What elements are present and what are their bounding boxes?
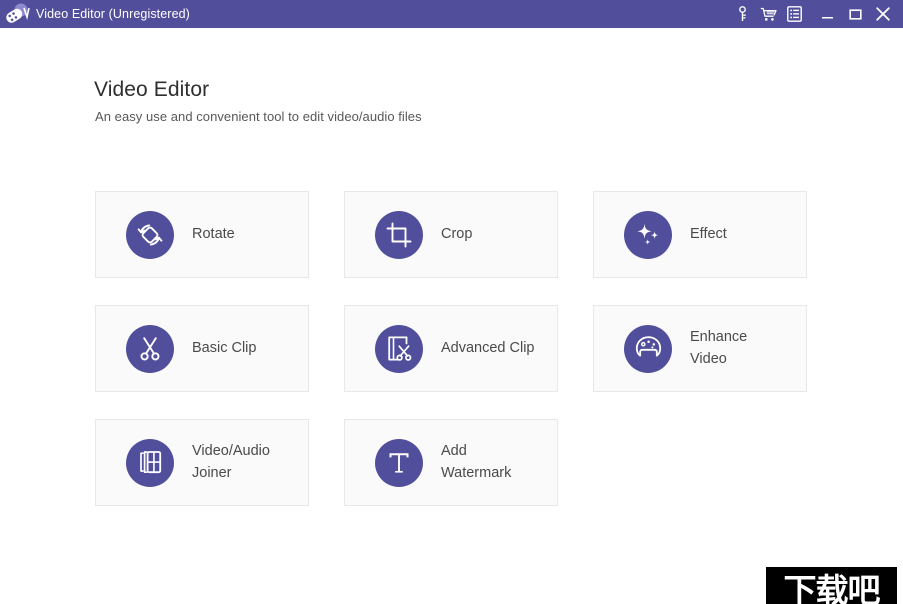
watermark-logo-text: 下载吧 <box>784 574 880 604</box>
card-label: Basic Clip <box>192 338 256 359</box>
maximize-button[interactable] <box>841 0 869 28</box>
card-enhance-video[interactable]: Enhance Video <box>593 305 807 392</box>
card-label: Add Watermark <box>441 441 511 483</box>
card-label: Enhance Video <box>690 327 747 369</box>
card-add-watermark[interactable]: Add Watermark <box>344 419 558 506</box>
feature-card-grid: Rotate Crop <box>95 191 809 533</box>
card-crop[interactable]: Crop <box>344 191 558 278</box>
card-row: Rotate Crop <box>95 191 809 278</box>
card-rotate[interactable]: Rotate <box>95 191 309 278</box>
card-label: Rotate <box>192 224 235 245</box>
key-icon[interactable] <box>729 0 755 28</box>
frame-scissors-icon <box>375 325 423 373</box>
film-reel-logo <box>2 0 30 28</box>
close-button[interactable] <box>869 0 897 28</box>
card-basic-clip[interactable]: Basic Clip <box>95 305 309 392</box>
sparkles-icon <box>624 211 672 259</box>
scissors-icon <box>126 325 174 373</box>
card-effect[interactable]: Effect <box>593 191 807 278</box>
card-video-audio-joiner[interactable]: Video/Audio Joiner <box>95 419 309 506</box>
card-row: Basic Clip Advanced Clip <box>95 305 809 392</box>
page-subtitle: An easy use and convenient tool to edit … <box>95 109 422 124</box>
text-t-icon <box>375 439 423 487</box>
stacked-frames-icon <box>126 439 174 487</box>
title-bar: Video Editor (Unregistered) <box>0 0 903 28</box>
list-menu-icon[interactable] <box>781 0 807 28</box>
palette-icon <box>624 325 672 373</box>
rotate-icon <box>126 211 174 259</box>
minimize-button[interactable] <box>813 0 841 28</box>
card-advanced-clip[interactable]: Advanced Clip <box>344 305 558 392</box>
card-label: Advanced Clip <box>441 338 535 359</box>
main-content: Video Editor An easy use and convenient … <box>0 28 903 604</box>
card-row: Video/Audio Joiner Add Watermark <box>95 419 809 506</box>
page-title: Video Editor <box>94 78 209 102</box>
card-label: Effect <box>690 224 727 245</box>
card-label: Crop <box>441 224 472 245</box>
card-label: Video/Audio Joiner <box>192 441 270 483</box>
window-title: Video Editor (Unregistered) <box>36 7 190 21</box>
site-watermark: 下载吧 www.xiazaiba.com <box>766 567 897 604</box>
shopping-cart-icon[interactable] <box>755 0 781 28</box>
crop-icon <box>375 211 423 259</box>
